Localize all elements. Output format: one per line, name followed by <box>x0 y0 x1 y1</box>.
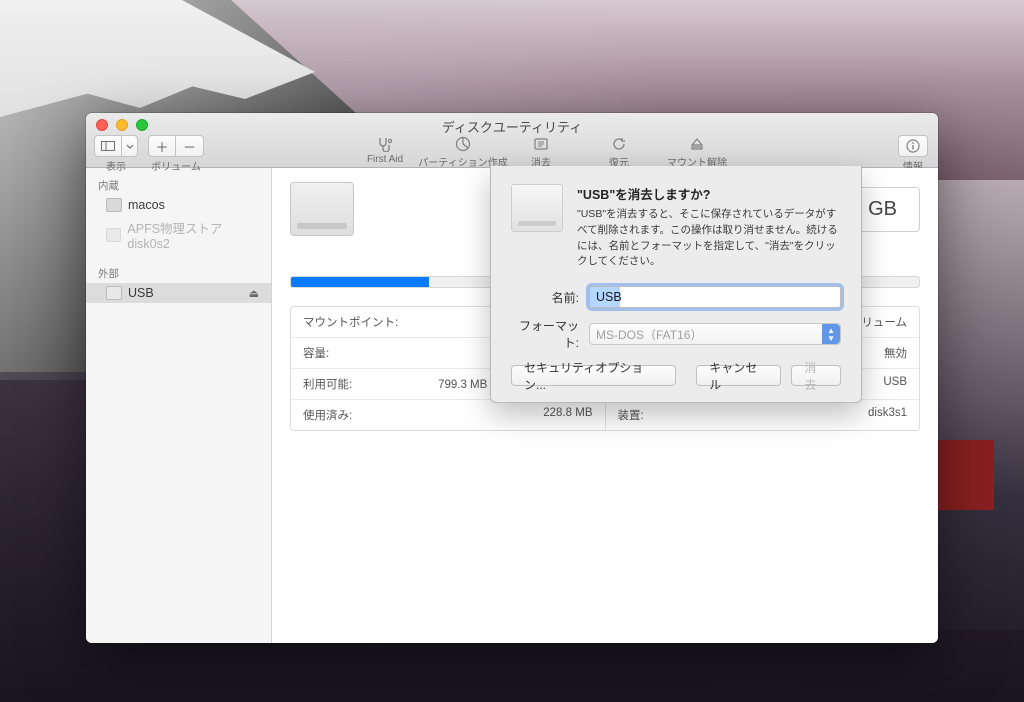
erase-confirm-button[interactable]: 消去 <box>791 365 841 386</box>
info-button[interactable] <box>898 135 928 157</box>
firstaid-button[interactable]: First Aid <box>346 135 424 169</box>
external-disk-icon <box>106 286 122 300</box>
view-label: 表示 <box>106 158 126 173</box>
format-label: フォーマット: <box>511 317 589 351</box>
toolbar-center: First Aid パーティション作成 消去 復元 マウント解除 <box>346 135 736 169</box>
fullscreen-button[interactable] <box>136 119 148 131</box>
partition-button[interactable]: パーティション作成 <box>424 135 502 169</box>
wallpaper-house <box>934 440 994 510</box>
format-select[interactable]: MS-DOS（FAT16） ▲▼ <box>589 323 841 345</box>
sidebar-item-macos[interactable]: macos <box>86 195 271 215</box>
select-arrows-icon: ▲▼ <box>827 327 835 343</box>
dialog-title: "USB"を消去しますか? <box>577 184 841 203</box>
main-pane: 1.03 GB マウントポイント:/Volumes/USB 容量:1.03 GB… <box>272 168 938 643</box>
eject-icon <box>686 135 708 153</box>
disk-utility-window: ディスクユーティリティ 表示 ＋ － ボリューム <box>86 113 938 643</box>
traffic-lights <box>96 119 148 131</box>
window-title: ディスクユーティリティ <box>86 113 938 136</box>
security-options-button[interactable]: セキュリティオプション... <box>511 365 676 386</box>
erase-icon <box>530 135 552 153</box>
sidebar-header-internal: 内蔵 <box>86 174 271 195</box>
titlebar[interactable]: ディスクユーティリティ 表示 ＋ － ボリューム <box>86 113 938 168</box>
sidebar-item-usb[interactable]: USB ⏏ <box>86 283 271 303</box>
disk-icon <box>106 228 121 242</box>
restore-icon <box>608 135 630 153</box>
restore-button[interactable]: 復元 <box>580 135 658 169</box>
view-sidebar-button[interactable] <box>94 135 122 157</box>
cancel-button[interactable]: キャンセル <box>696 365 781 386</box>
disk-icon <box>106 198 122 212</box>
name-label: 名前: <box>511 289 589 306</box>
volume-add-button[interactable]: ＋ <box>148 135 176 157</box>
partition-icon <box>452 135 474 153</box>
dialog-volume-icon <box>511 184 563 232</box>
sidebar-item-apfs[interactable]: APFS物理ストアdisk0s2 <box>86 215 271 254</box>
volume-remove-button[interactable]: － <box>176 135 204 157</box>
erase-dialog: "USB"を消去しますか? "USB"を消去すると、そこに保存されているデータが… <box>490 166 862 403</box>
name-input[interactable] <box>589 286 841 308</box>
volume-icon <box>290 182 354 236</box>
toolbar-left: 表示 ＋ － ボリューム <box>94 135 204 173</box>
stethoscope-icon <box>374 135 396 153</box>
eject-icon[interactable]: ⏏ <box>249 287 259 300</box>
dialog-description: "USB"を消去すると、そこに保存されているデータがすべて削除されます。この操作… <box>577 207 841 270</box>
erase-button[interactable]: 消去 <box>502 135 580 169</box>
sidebar-header-external: 外部 <box>86 262 271 283</box>
view-dropdown-button[interactable] <box>122 135 138 157</box>
close-button[interactable] <box>96 119 108 131</box>
volume-label: ボリューム <box>151 158 201 173</box>
sidebar: 内蔵 macos APFS物理ストアdisk0s2 外部 USB ⏏ <box>86 168 272 643</box>
unmount-button[interactable]: マウント解除 <box>658 135 736 169</box>
minimize-button[interactable] <box>116 119 128 131</box>
